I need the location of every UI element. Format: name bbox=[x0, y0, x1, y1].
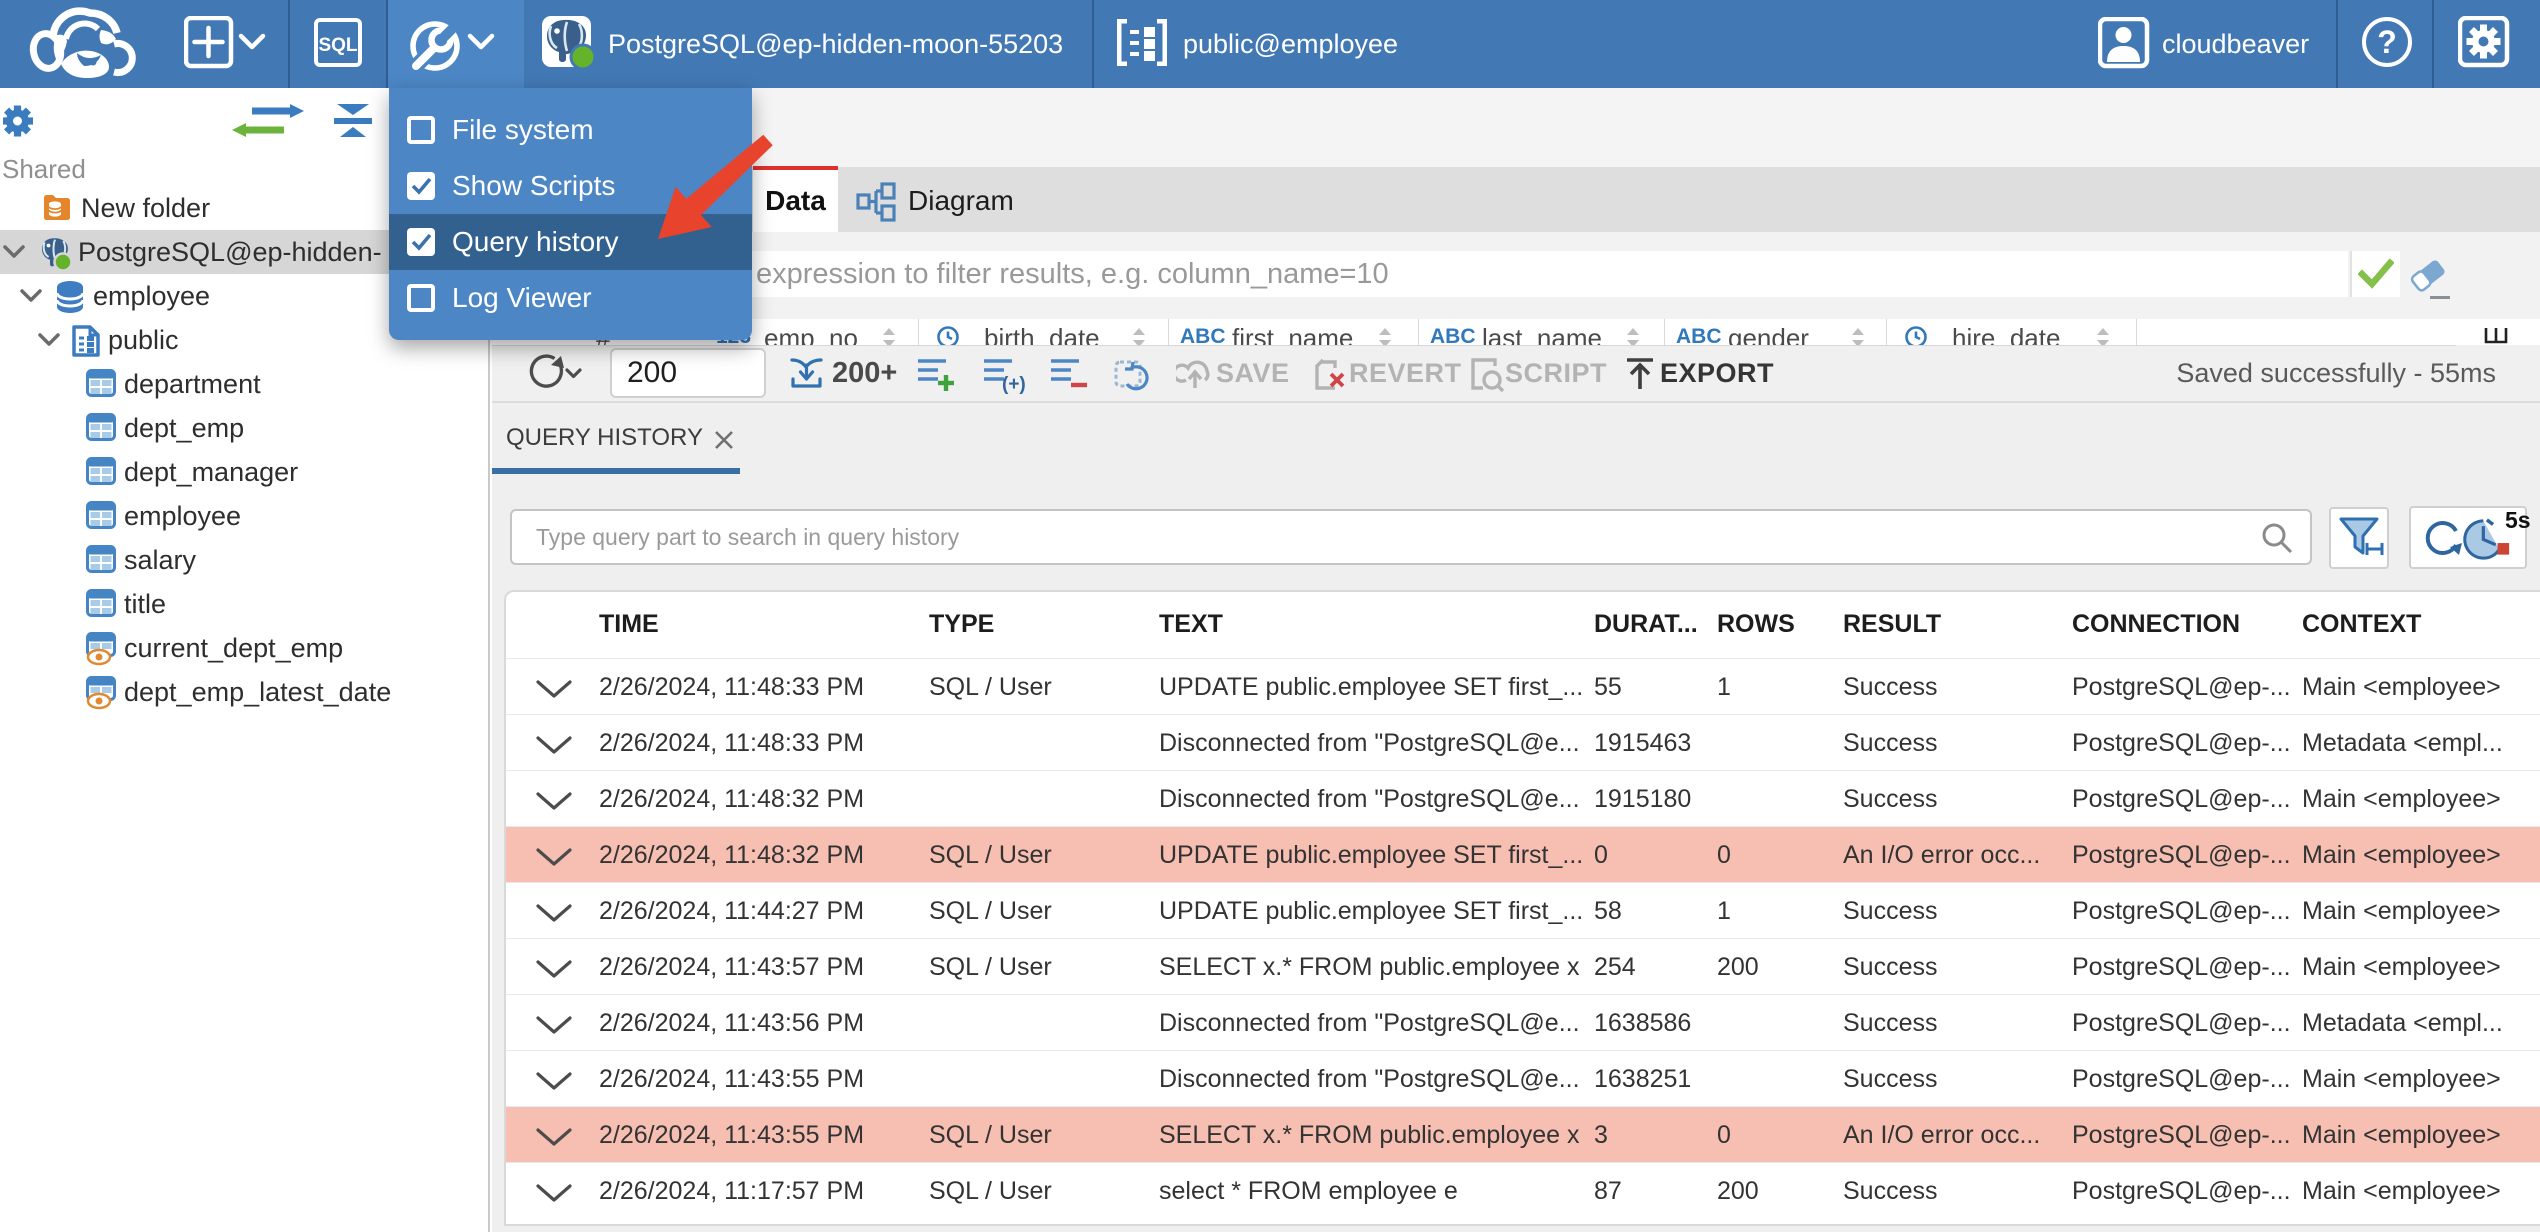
svg-text:(+): (+) bbox=[1002, 374, 1026, 394]
svg-text:SQL: SQL bbox=[318, 35, 357, 56]
svg-text:?: ? bbox=[2377, 24, 2397, 60]
